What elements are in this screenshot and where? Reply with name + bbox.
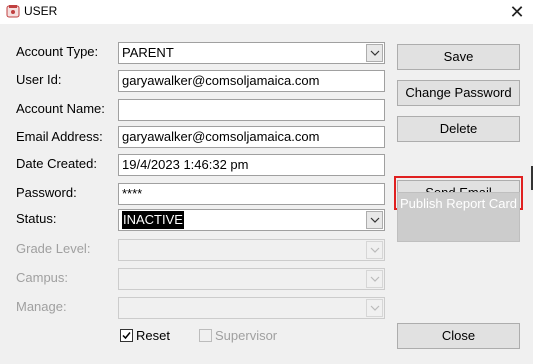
- delete-button[interactable]: Delete: [397, 116, 520, 142]
- account-name-field[interactable]: [118, 99, 385, 121]
- user-dialog: Account Type: User Id: Account Name: Ema…: [0, 24, 533, 364]
- account-name-label: Account Name:: [16, 101, 105, 116]
- campus-select: [118, 268, 385, 290]
- close-window-icon[interactable]: ✕: [505, 0, 529, 24]
- publish-report-card-button: Publish Report Card: [397, 192, 520, 242]
- date-created-label: Date Created:: [16, 156, 97, 171]
- user-id-field[interactable]: garyawalker@comsoljamaica.com: [118, 70, 385, 92]
- password-field[interactable]: ****: [118, 183, 385, 205]
- window-title: USER: [24, 4, 58, 18]
- account-type-select[interactable]: PARENT: [118, 42, 385, 64]
- reset-label[interactable]: Reset: [136, 328, 170, 343]
- reset-checkbox[interactable]: [120, 329, 133, 342]
- user-app-icon: [6, 5, 20, 18]
- status-select[interactable]: INACTIVE: [118, 209, 385, 231]
- chevron-down-icon: [366, 270, 383, 288]
- change-password-button[interactable]: Change Password: [397, 80, 520, 106]
- manage-select: [118, 297, 385, 319]
- save-button[interactable]: Save: [397, 44, 520, 70]
- chevron-down-icon[interactable]: [366, 211, 383, 229]
- chevron-down-icon[interactable]: [366, 44, 383, 62]
- close-button[interactable]: Close: [397, 323, 520, 349]
- date-created-field[interactable]: 19/4/2023 1:46:32 pm: [118, 154, 385, 176]
- status-value: INACTIVE: [122, 211, 184, 229]
- user-id-label: User Id:: [16, 72, 62, 87]
- campus-label: Campus:: [16, 270, 69, 285]
- status-label: Status:: [16, 211, 57, 226]
- manage-label: Manage:: [16, 299, 67, 314]
- account-type-value: PARENT: [122, 45, 174, 60]
- email-address-label: Email Address:: [16, 129, 103, 144]
- supervisor-label: Supervisor: [215, 328, 278, 343]
- password-label: Password:: [16, 185, 77, 200]
- grade-level-select: [118, 239, 385, 261]
- chevron-down-icon: [366, 299, 383, 317]
- email-address-field[interactable]: garyawalker@comsoljamaica.com: [118, 126, 385, 148]
- chevron-down-icon: [366, 241, 383, 259]
- title-bar: USER ✕: [0, 0, 533, 24]
- account-type-label: Account Type:: [16, 44, 99, 59]
- grade-level-label: Grade Level:: [16, 241, 91, 256]
- supervisor-checkbox: [199, 329, 212, 342]
